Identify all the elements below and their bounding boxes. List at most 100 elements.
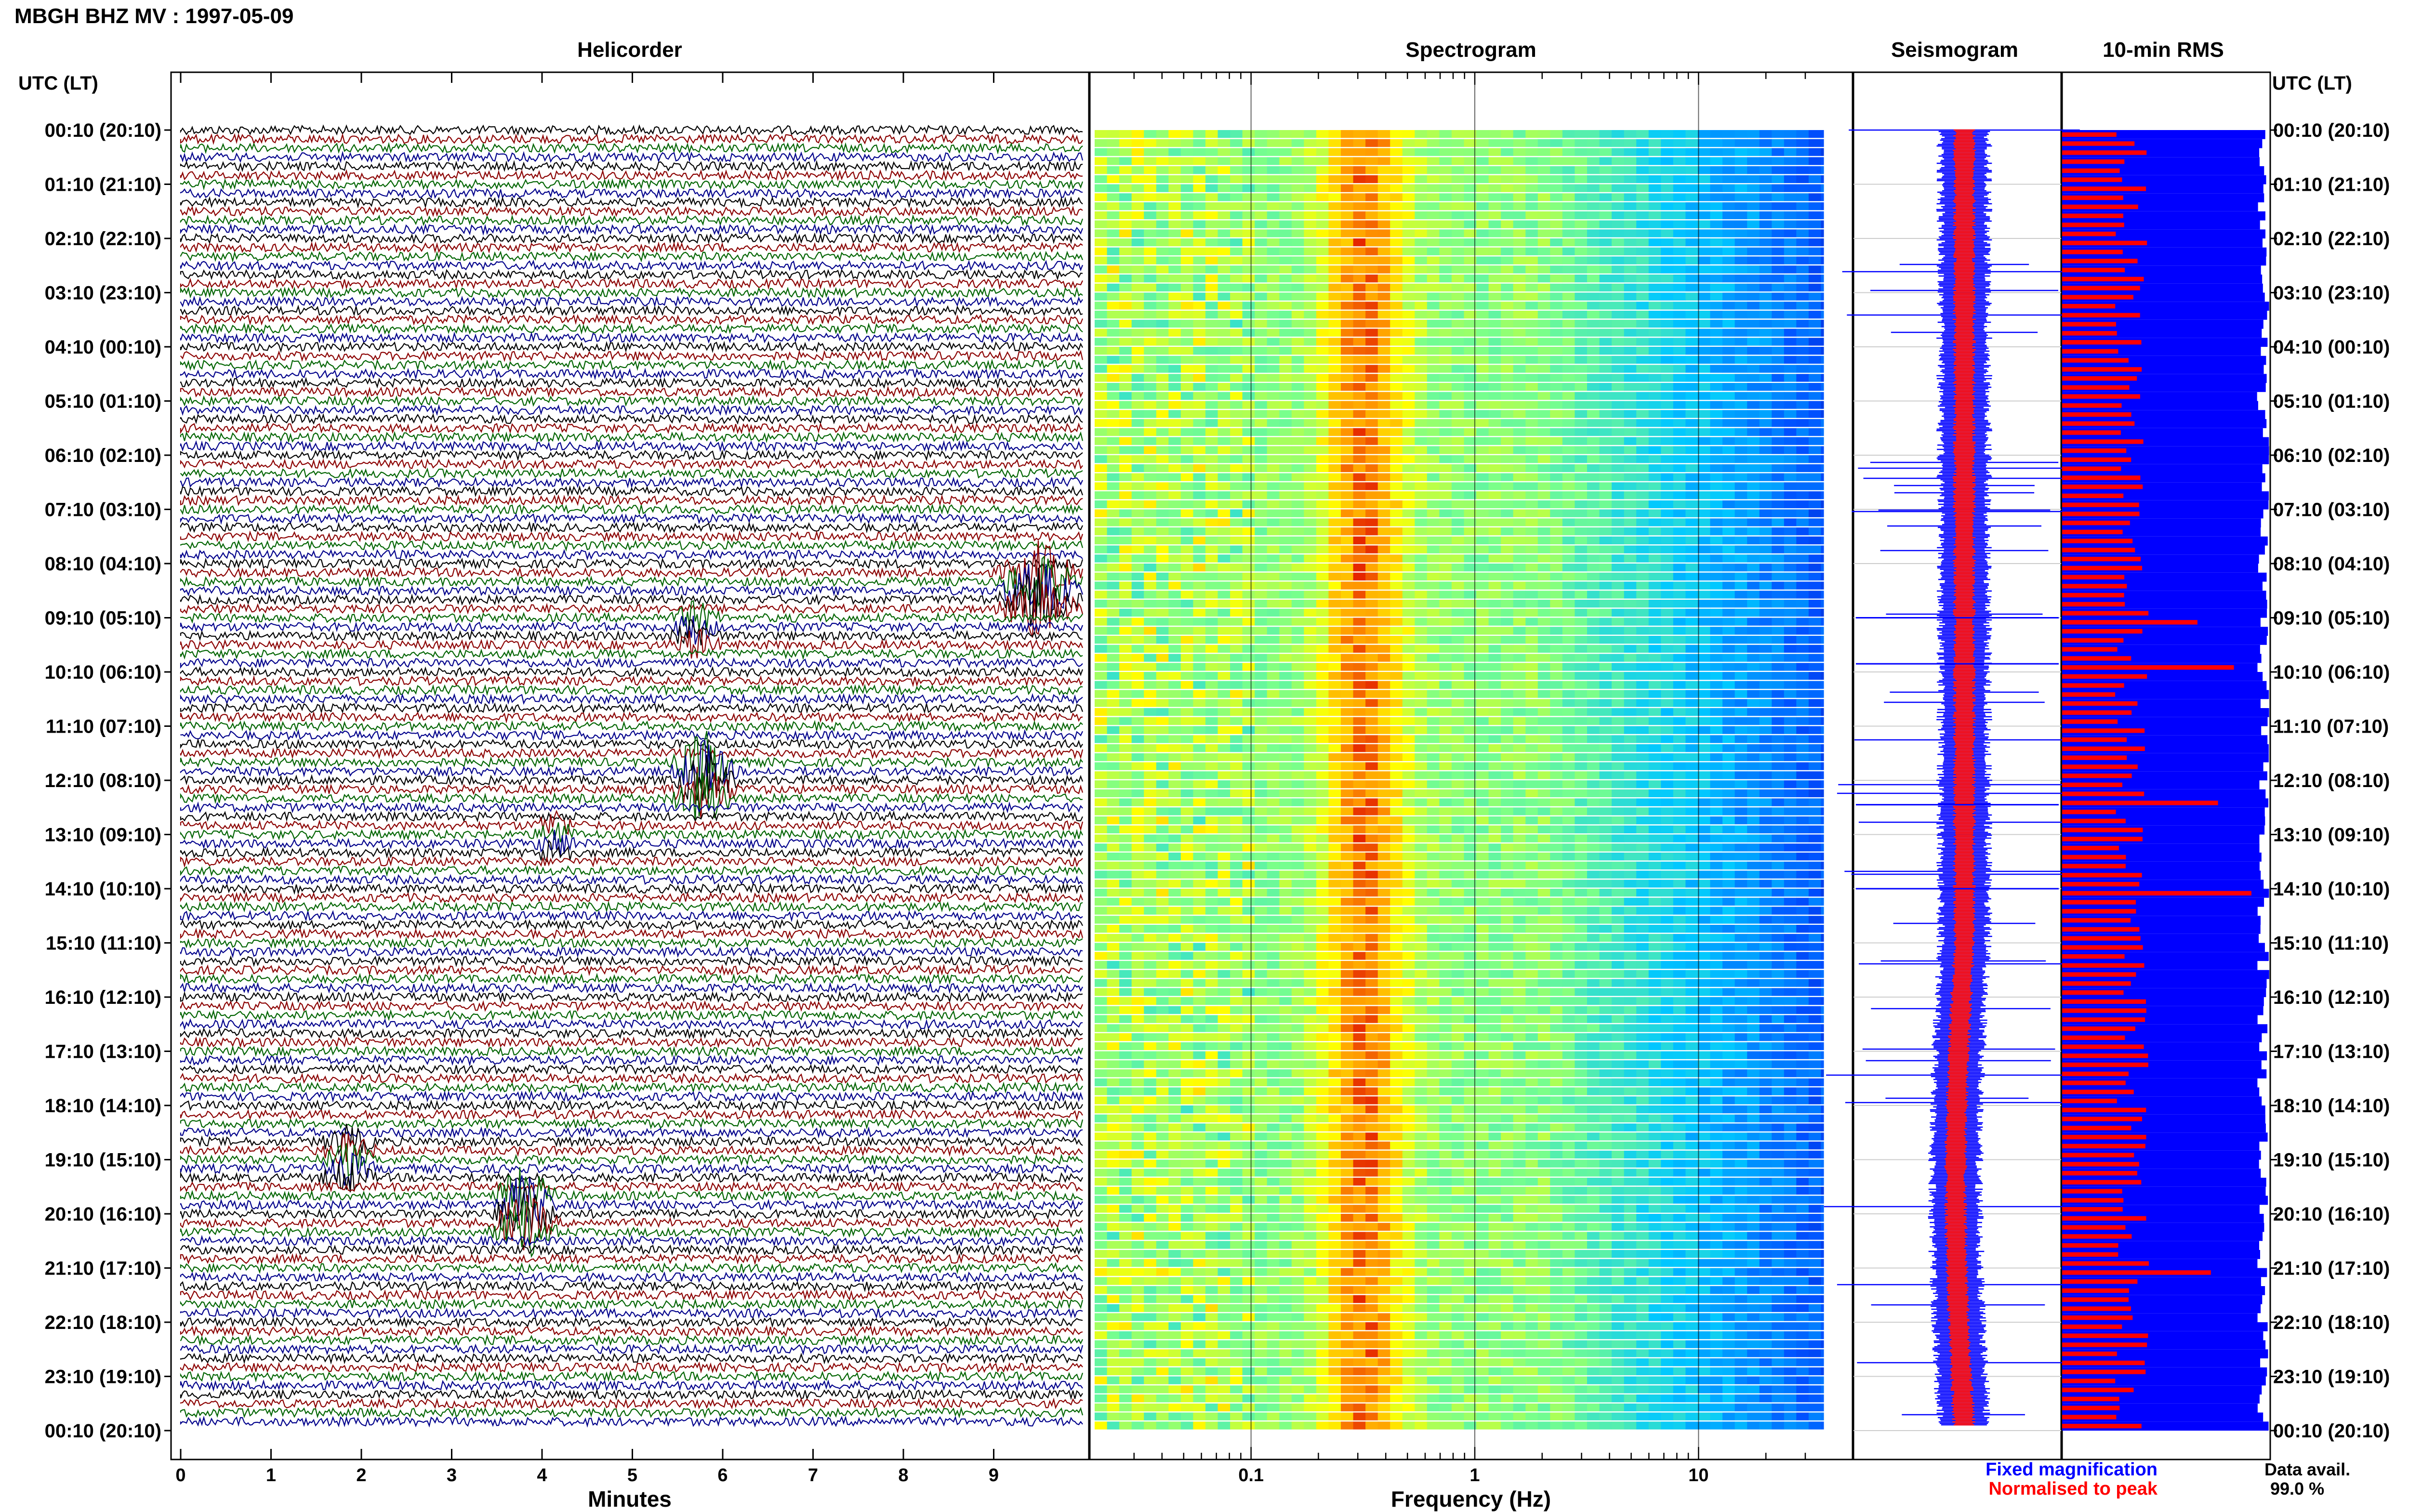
spectrogram-cell	[1759, 374, 1772, 382]
spectrogram-cell	[1648, 311, 1661, 319]
spectrogram-cell	[1427, 148, 1440, 156]
spectrogram-cell	[1242, 843, 1255, 852]
spectrogram-cell	[1156, 735, 1169, 743]
spectrogram-cell	[1439, 302, 1452, 310]
spectrogram-cell	[1476, 455, 1489, 463]
spectrogram-cell	[1144, 572, 1157, 581]
spectrogram-cell	[1537, 726, 1550, 734]
spectrogram-cell	[1304, 473, 1317, 481]
spectrogram-cell	[1648, 410, 1661, 418]
spectrogram-cell	[1328, 807, 1341, 815]
spectrogram-cell	[1328, 518, 1341, 526]
helicorder-trace	[180, 304, 1083, 317]
spectrogram-cell	[1279, 365, 1292, 373]
spectrogram-cell	[1316, 265, 1329, 274]
helicorder-trace	[180, 159, 1083, 172]
spectrogram-cell	[1119, 681, 1132, 689]
spectrogram-cell	[1722, 139, 1735, 147]
spectrogram-cell	[1808, 355, 1821, 364]
spectrogram-cell	[1612, 401, 1625, 409]
spectrogram-cell	[1107, 265, 1120, 274]
spectrogram-cell	[1612, 789, 1625, 798]
spectrogram-cell	[1759, 518, 1772, 526]
spectrogram-cell	[1513, 491, 1526, 500]
spectrogram-cell	[1427, 283, 1440, 292]
spectrogram-cell	[1772, 193, 1785, 201]
spectrogram-cell	[1562, 762, 1575, 770]
spectrogram-cell	[1390, 618, 1403, 626]
spectrogram-cell	[1673, 148, 1686, 156]
spectrogram-cell	[1710, 347, 1723, 355]
spectrogram-cell	[1537, 265, 1550, 274]
spectrogram-cell	[1144, 329, 1157, 337]
spectrogram-cell	[1772, 302, 1785, 310]
spectrogram-cell	[1218, 247, 1231, 256]
spectrogram-cell	[1205, 455, 1218, 463]
spectrogram-cell	[1476, 618, 1489, 626]
spectrogram-cell	[1168, 843, 1181, 852]
spectrogram-cell	[1193, 329, 1206, 337]
spectrogram-cell	[1648, 789, 1661, 798]
spectrogram-cell	[1759, 753, 1772, 762]
spectrogram-cell	[1575, 825, 1588, 834]
spectrogram-cell	[1525, 509, 1538, 517]
spectrogram-cell	[1267, 600, 1280, 608]
spectrogram-cell	[1255, 220, 1268, 228]
spectrogram-cell	[1402, 518, 1415, 526]
spectrogram-cell	[1710, 302, 1723, 310]
spectrogram-cell	[1267, 455, 1280, 463]
spectrogram-cell	[1180, 184, 1193, 192]
spectrogram-cell	[1107, 536, 1120, 545]
spectrogram-cell	[1390, 708, 1403, 716]
spectrogram-cell	[1180, 464, 1193, 473]
spectrogram-cell	[1427, 437, 1440, 445]
spectrogram-cell	[1365, 275, 1378, 283]
spectrogram-cell	[1488, 554, 1501, 563]
spectrogram-cell	[1427, 329, 1440, 337]
spectrogram-cell	[1279, 292, 1292, 301]
spectrogram-cell	[1821, 175, 1824, 184]
spectrogram-cell	[1255, 130, 1268, 138]
spectrogram-cell	[1193, 275, 1206, 283]
spectrogram-cell	[1537, 591, 1550, 599]
spectrogram-cell	[1328, 292, 1341, 301]
spectrogram-cell	[1734, 771, 1747, 779]
spectrogram-cell	[1119, 355, 1132, 364]
spectrogram-cell	[1612, 175, 1625, 184]
spectrogram-cell	[1316, 446, 1329, 454]
spectrogram-cell	[1131, 581, 1144, 590]
spectrogram-cell	[1612, 283, 1625, 292]
spectrogram-cell	[1513, 564, 1526, 572]
spectrogram-cell	[1673, 247, 1686, 256]
spectrogram-cell	[1734, 564, 1747, 572]
spectrogram-cell	[1648, 618, 1661, 626]
spectrogram-cell	[1550, 238, 1563, 247]
spectrogram-cell	[1562, 130, 1575, 138]
spectrogram-cell	[1747, 202, 1760, 210]
spectrogram-cell	[1575, 699, 1588, 707]
spectrogram-cell	[1402, 807, 1415, 815]
helicorder-trace	[180, 539, 1084, 552]
spectrogram-cell	[1180, 518, 1193, 526]
spectrogram-cell	[1279, 338, 1292, 346]
spectrogram-cell	[1784, 130, 1797, 138]
spectrogram-cell	[1402, 663, 1415, 671]
spectrogram-cell	[1648, 608, 1661, 617]
spectrogram-cell	[1144, 302, 1157, 310]
spectrogram-cell	[1488, 211, 1501, 220]
spectrogram-cell	[1353, 672, 1366, 680]
spectrogram-cell	[1747, 238, 1760, 247]
spectrogram-cell	[1697, 509, 1711, 517]
spectrogram-cell	[1599, 446, 1612, 454]
spectrogram-cell	[1488, 518, 1501, 526]
spectrogram-cell	[1415, 644, 1428, 653]
spectrogram-cell	[1513, 509, 1526, 517]
spectrogram-cell	[1697, 419, 1711, 427]
spectrogram-cell	[1747, 500, 1760, 509]
spectrogram-cell	[1095, 500, 1108, 509]
spectrogram-cell	[1710, 139, 1723, 147]
spectrogram-cell	[1291, 789, 1304, 798]
spectrogram-cell	[1808, 627, 1821, 635]
spectrogram-cell	[1575, 843, 1588, 852]
spectrogram-cell	[1107, 473, 1120, 481]
